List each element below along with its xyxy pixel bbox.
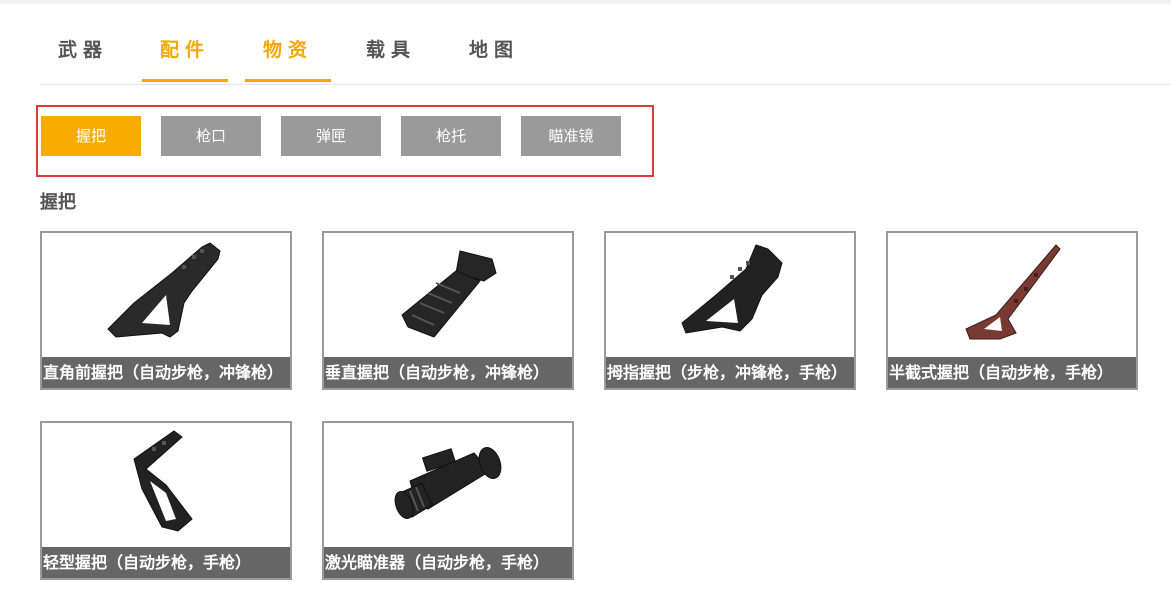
sub-tab-muzzles[interactable]: 枪口	[161, 116, 261, 156]
top-strip	[0, 0, 1171, 4]
section-title: 握把	[40, 192, 76, 213]
tab-maps[interactable]: 地图	[451, 24, 537, 82]
main-tab-bar: 武器 配件 物资 载具 地图	[40, 24, 1171, 85]
item-caption: 激光瞄准器（自动步枪，手枪）	[324, 547, 572, 578]
tab-vehicles[interactable]: 载具	[348, 24, 434, 82]
item-caption: 拇指握把（步枪，冲锋枪，手枪）	[606, 357, 854, 388]
item-caption: 直角前握把（自动步枪，冲锋枪）	[42, 357, 290, 388]
tab-attachments[interactable]: 配件	[142, 24, 228, 82]
item-card[interactable]: 激光瞄准器（自动步枪，手枪）	[322, 421, 574, 580]
sub-tab-magazines[interactable]: 弹匣	[281, 116, 381, 156]
half-grip-icon	[888, 233, 1136, 357]
sub-tab-grips[interactable]: 握把	[41, 116, 141, 156]
item-card[interactable]: 垂直握把（自动步枪，冲锋枪）	[322, 231, 574, 390]
light-grip-icon	[42, 423, 290, 547]
tab-weapons[interactable]: 武器	[40, 24, 126, 82]
item-caption: 轻型握把（自动步枪，手枪）	[42, 547, 290, 578]
item-caption: 垂直握把（自动步枪，冲锋枪）	[324, 357, 572, 388]
sub-tab-scopes[interactable]: 瞄准镜	[521, 116, 621, 156]
item-card[interactable]: 半截式握把（自动步枪，手枪）	[886, 231, 1138, 390]
item-card[interactable]: 拇指握把（步枪，冲锋枪，手枪）	[604, 231, 856, 390]
item-card[interactable]: 轻型握把（自动步枪，手枪）	[40, 421, 292, 580]
angled-foregrip-icon	[42, 233, 290, 357]
sub-category-filter: 握把 枪口 弹匣 枪托 瞄准镜	[36, 105, 654, 177]
sub-tab-stocks[interactable]: 枪托	[401, 116, 501, 156]
laser-sight-icon	[324, 423, 572, 547]
item-card[interactable]: 直角前握把（自动步枪，冲锋枪）	[40, 231, 292, 390]
vertical-foregrip-icon	[324, 233, 572, 357]
thumb-grip-icon	[606, 233, 854, 357]
item-caption: 半截式握把（自动步枪，手枪）	[888, 357, 1136, 388]
tab-supplies[interactable]: 物资	[245, 24, 331, 82]
